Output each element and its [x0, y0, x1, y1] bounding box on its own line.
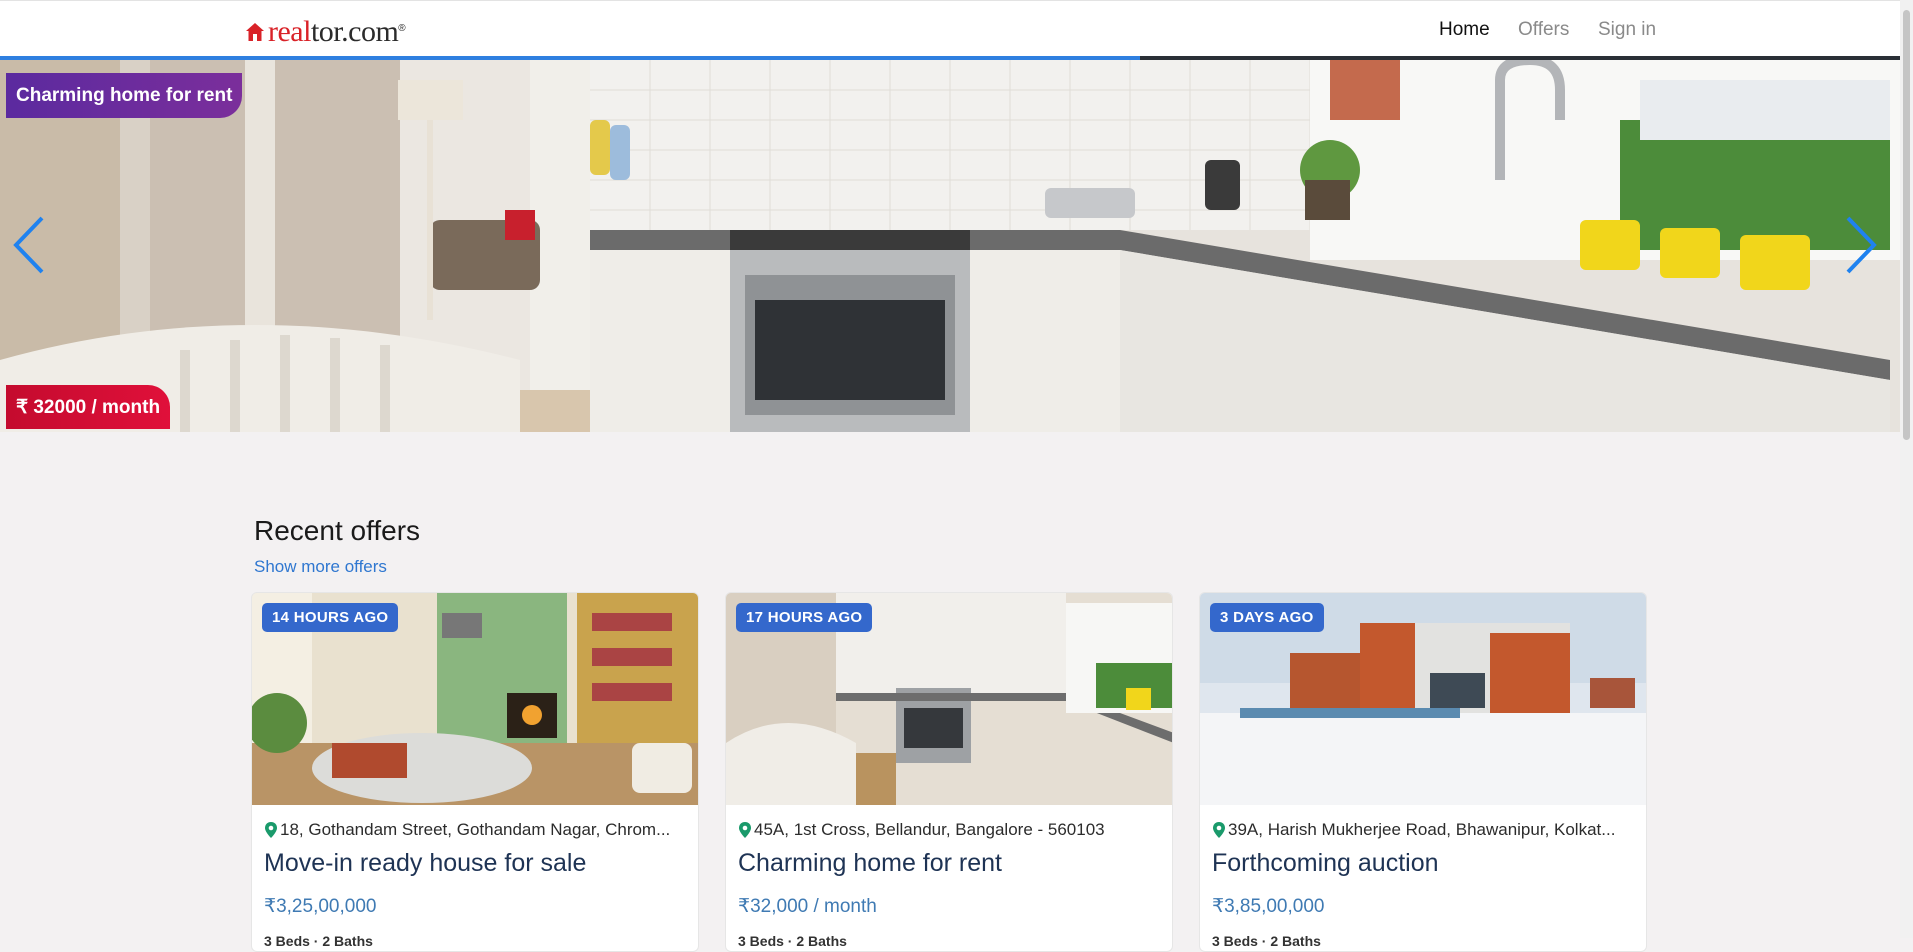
nav-offers-link[interactable]: Offers — [1518, 19, 1569, 41]
offer-card[interactable]: 17 HOURS AGO 45A, 1st Cross, Bellandur, … — [725, 592, 1173, 952]
offer-specs: 3 Beds · 2 Baths — [738, 933, 847, 949]
offer-photo: 14 HOURS AGO — [252, 593, 698, 805]
location-pin-icon — [739, 822, 751, 838]
recent-offers-heading: Recent offers — [254, 515, 421, 546]
offer-address-text: 18, Gothandam Street, Gothandam Nagar, C… — [280, 820, 671, 839]
location-pin-icon — [1213, 822, 1225, 838]
offer-price: ₹3,85,00,000 — [1212, 896, 1325, 917]
offer-price: ₹3,25,00,000 — [264, 896, 377, 917]
posted-age-badge: 3 DAYS AGO — [1210, 603, 1324, 632]
chevron-left-icon — [13, 216, 44, 274]
chevron-right-icon — [1846, 216, 1877, 274]
logo-text-real: real — [268, 15, 311, 48]
page-scrollbar[interactable] — [1900, 0, 1913, 938]
hero-title-badge: Charming home for rent — [6, 73, 243, 118]
offer-photo: 3 DAYS AGO — [1200, 593, 1646, 805]
offer-address: 39A, Harish Mukherjee Road, Bhawanipur, … — [1212, 820, 1632, 840]
hero-carousel: Charming home for rent ₹ 32000 / month — [0, 60, 1900, 432]
hero-price-badge: ₹ 32000 / month — [6, 385, 171, 429]
offer-address: 45A, 1st Cross, Bellandur, Bangalore - 5… — [738, 820, 1158, 840]
logo-text-tor: tor.com — [310, 15, 399, 48]
offer-address: 18, Gothandam Street, Gothandam Nagar, C… — [264, 820, 684, 840]
posted-age-badge: 14 HOURS AGO — [262, 603, 399, 632]
carousel-next-button[interactable] — [1840, 210, 1880, 280]
scrollbar-thumb[interactable] — [1903, 10, 1910, 440]
logo-trademark: ® — [398, 22, 406, 34]
house-logo-icon — [246, 23, 264, 41]
hero-kitchen-image — [0, 60, 1900, 432]
posted-age-badge: 17 HOURS AGO — [736, 603, 873, 632]
offer-title[interactable]: Forthcoming auction — [1212, 849, 1439, 878]
offer-specs: 3 Beds · 2 Baths — [264, 933, 373, 949]
offer-price: ₹32,000 / month — [738, 896, 877, 917]
offer-card[interactable]: 14 HOURS AGO 18, Gothandam Street, Gotha… — [251, 592, 699, 952]
location-pin-icon — [265, 822, 277, 838]
top-navbar: real tor.com ® Home Offers Sign in — [0, 0, 1900, 58]
offer-specs: 3 Beds · 2 Baths — [1212, 933, 1321, 949]
offer-card[interactable]: 3 DAYS AGO 39A, Harish Mukherjee Road, B… — [1199, 592, 1647, 952]
offer-photo: 17 HOURS AGO — [726, 593, 1172, 805]
offer-address-text: 39A, Harish Mukherjee Road, Bhawanipur, … — [1228, 820, 1616, 839]
nav-home-link[interactable]: Home — [1439, 19, 1490, 41]
offer-title[interactable]: Charming home for rent — [738, 849, 1002, 878]
carousel-prev-button[interactable] — [10, 210, 50, 280]
offer-address-text: 45A, 1st Cross, Bellandur, Bangalore - 5… — [754, 820, 1105, 839]
realtor-logo[interactable]: real tor.com ® — [245, 15, 406, 49]
show-more-offers-link[interactable]: Show more offers — [254, 557, 387, 577]
offer-title[interactable]: Move-in ready house for sale — [264, 849, 586, 878]
nav-signin-link[interactable]: Sign in — [1598, 19, 1656, 41]
